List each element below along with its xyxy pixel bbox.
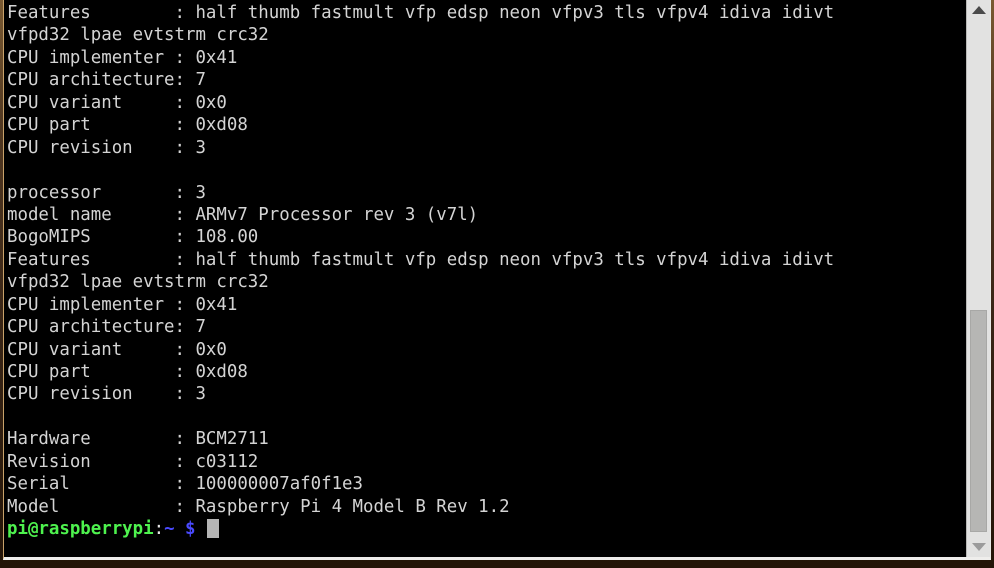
terminal-line: CPU revision : 3	[7, 384, 206, 405]
terminal-line: vfpd32 lpae evtstrm crc32	[7, 25, 269, 46]
prompt-path: ~	[164, 519, 175, 540]
terminal-output-area[interactable]: Features : half thumb fastmult vfp edsp …	[4, 0, 966, 557]
scroll-down-arrow-icon[interactable]	[967, 539, 990, 555]
vertical-scrollbar[interactable]	[966, 0, 990, 557]
prompt-colon: :	[153, 519, 165, 540]
terminal-line: CPU implementer : 0x41	[7, 47, 238, 68]
prompt-user-host: pi@raspberrypi	[7, 519, 154, 540]
text-cursor	[207, 519, 220, 539]
terminal-line: Features : half thumb fastmult vfp edsp …	[7, 3, 835, 23]
shell-prompt-line[interactable]: pi@raspberrypi:~ $	[7, 518, 966, 540]
scrollbar-track-upper[interactable]	[970, 18, 987, 310]
terminal-line: CPU variant : 0x0	[7, 339, 227, 360]
terminal-line: CPU implementer : 0x41	[7, 294, 238, 315]
terminal-line: processor : 3	[7, 182, 206, 203]
terminal-line: CPU architecture: 7	[7, 317, 206, 338]
terminal-line: Model : Raspberry Pi 4 Model B Rev 1.2	[7, 496, 510, 517]
terminal-line: BogoMIPS : 108.00	[7, 227, 259, 248]
terminal-line: CPU part : 0xd08	[7, 362, 248, 382]
terminal-line: Serial : 100000007af0f1e3	[7, 474, 363, 495]
terminal-window: Features : half thumb fastmult vfp edsp …	[3, 0, 991, 560]
terminal-line: CPU part : 0xd08	[7, 115, 248, 136]
terminal-line: Features : half thumb fastmult vfp edsp …	[7, 249, 835, 270]
scrollbar-thumb[interactable]	[970, 310, 987, 532]
scroll-up-arrow-icon[interactable]	[967, 2, 990, 18]
terminal-line: CPU variant : 0x0	[7, 92, 227, 113]
terminal-line: CPU architecture: 7	[7, 70, 206, 91]
terminal-line: model name : ARMv7 Processor rev 3 (v7l)	[7, 204, 479, 225]
terminal-line: Revision : c03112	[7, 451, 259, 472]
terminal-line: CPU revision : 3	[7, 137, 206, 158]
prompt-symbol: $	[185, 519, 196, 540]
terminal-line: Hardware : BCM2711	[7, 429, 269, 450]
terminal-line: vfpd32 lpae evtstrm crc32	[7, 272, 269, 293]
